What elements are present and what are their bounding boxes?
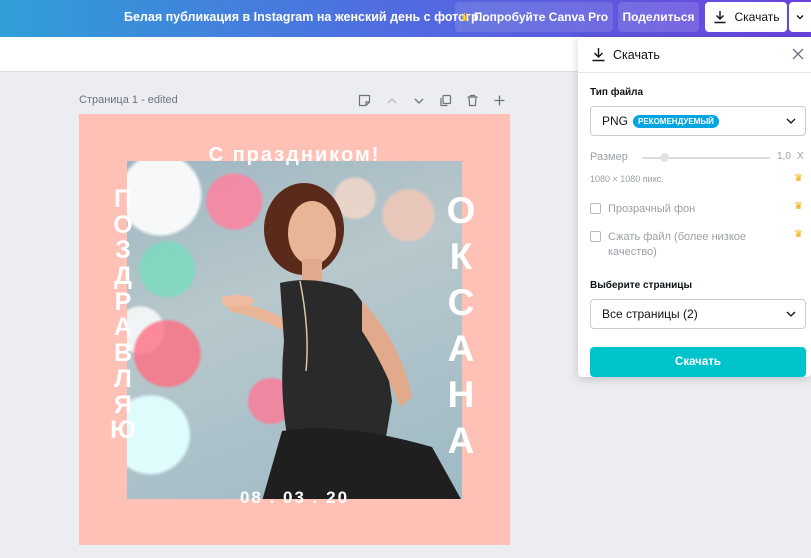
try-canva-pro-button[interactable]: ♛ Попробуйте Canva Pro <box>455 2 613 32</box>
letter: О <box>113 210 133 239</box>
panel-title: Скачать <box>613 48 660 62</box>
letter: А <box>113 313 133 342</box>
try-canva-pro-label: Попробуйте Canva Pro <box>473 10 609 24</box>
letter: Д <box>114 262 132 291</box>
share-button[interactable]: Поделиться <box>618 2 699 32</box>
crown-icon: ♛ <box>794 229 803 240</box>
duplicate-icon[interactable] <box>437 92 454 109</box>
notes-icon[interactable] <box>356 92 373 109</box>
design-canvas[interactable]: С праздником! П О З Д Р А В Л Я Ю О К С … <box>79 114 510 545</box>
top-bar: Белая публикация в Instagram на женский … <box>0 0 811 37</box>
letter: П <box>114 185 132 213</box>
vertical-text-left[interactable]: П О З Д Р А В Л Я Ю <box>106 187 140 444</box>
download-icon <box>592 48 605 62</box>
more-options-button[interactable] <box>789 2 811 32</box>
chevron-down-icon <box>796 15 804 20</box>
pages-label: Выберите страницы <box>590 280 692 291</box>
pages-select[interactable]: Все страницы (2) <box>590 299 806 329</box>
letter: Н <box>447 374 475 415</box>
chevron-down-icon[interactable] <box>410 92 427 109</box>
letter: В <box>113 339 133 368</box>
letter: К <box>449 236 473 277</box>
file-type-select[interactable]: PNG РЕКОМЕНДУЕМЫЙ <box>590 106 806 136</box>
dimensions-text: 1080 × 1080 пикс. <box>590 174 664 184</box>
panel-header: Скачать <box>578 37 811 73</box>
letter: Р <box>114 287 132 316</box>
panel-download-button[interactable]: Скачать <box>590 347 806 377</box>
date-text[interactable]: 08 . 03 . 20 <box>79 488 510 508</box>
letter: О <box>446 190 476 231</box>
size-value: 1,0 <box>777 151 791 162</box>
letter: А <box>447 328 475 369</box>
vertical-text-right[interactable]: О К С А Н А <box>439 192 483 468</box>
page-actions <box>356 92 508 109</box>
file-type-label: Тип файла <box>590 87 644 98</box>
download-icon <box>714 11 725 24</box>
size-label: Размер <box>590 151 628 163</box>
crown-icon: ♛ <box>794 201 803 212</box>
file-type-value: PNG <box>602 114 629 128</box>
download-button[interactable]: Скачать <box>705 2 787 32</box>
size-slider-handle[interactable] <box>660 153 669 162</box>
crown-icon: ♛ <box>794 173 803 184</box>
chevron-down-icon <box>786 311 796 317</box>
document-title[interactable]: Белая публикация в Instagram на женский … <box>124 10 489 24</box>
letter: Ю <box>110 416 136 445</box>
download-panel: Скачать Тип файла PNG РЕКОМЕНДУЕМЫЙ Разм… <box>578 37 811 377</box>
add-page-icon[interactable] <box>491 92 508 109</box>
letter: А <box>447 420 475 461</box>
letter: З <box>115 236 131 265</box>
pages-value: Все страницы (2) <box>602 307 698 321</box>
close-icon[interactable] <box>791 47 805 61</box>
transparent-bg-checkbox[interactable] <box>590 203 601 214</box>
trash-icon[interactable] <box>464 92 481 109</box>
download-button-label: Скачать <box>734 10 780 24</box>
letter: С <box>447 282 475 323</box>
letter: Я <box>114 390 132 419</box>
compress-file-label: Сжать файл (более низкое качество) <box>608 231 747 258</box>
transparent-bg-label: Прозрачный фон <box>608 203 696 215</box>
chevron-down-icon <box>786 118 796 124</box>
compress-file-checkbox[interactable] <box>590 231 601 242</box>
letter: Л <box>114 364 132 393</box>
woman-figure <box>222 183 461 499</box>
portrait-photo[interactable] <box>127 161 462 499</box>
recommended-badge: РЕКОМЕНДУЕМЫЙ <box>633 114 719 128</box>
page-title[interactable]: Страница 1 - edited <box>79 94 178 106</box>
crown-icon: ♛ <box>459 11 470 24</box>
greeting-text[interactable]: С праздником! <box>79 144 510 167</box>
size-multiplier: X <box>797 151 804 162</box>
chevron-up-icon[interactable] <box>383 92 400 109</box>
